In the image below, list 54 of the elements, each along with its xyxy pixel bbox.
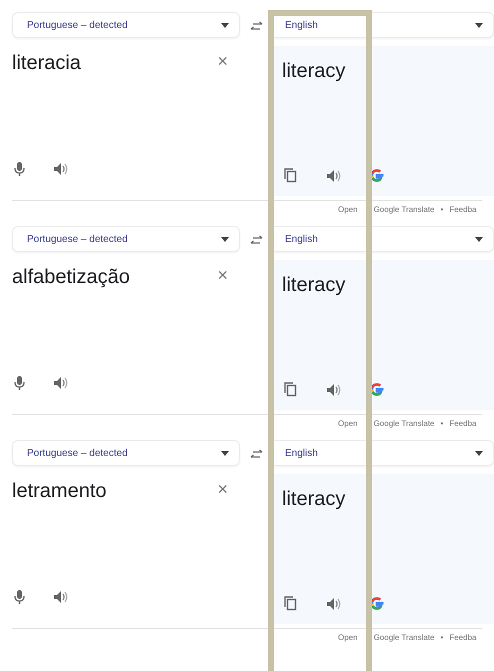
clear-button[interactable]: × (217, 266, 228, 284)
google-translate-link[interactable]: Google Translate (374, 633, 435, 642)
speaker-icon[interactable] (53, 162, 68, 176)
speaker-icon[interactable] (326, 382, 341, 396)
language-label: English (285, 234, 318, 244)
swap-languages-icon[interactable] (249, 20, 264, 30)
google-logo-icon[interactable] (369, 595, 386, 612)
separator-dot: • (440, 633, 444, 642)
open-text: Open (338, 633, 358, 642)
microphone-icon[interactable] (14, 376, 25, 390)
copy-icon[interactable] (284, 168, 298, 183)
language-dropdown[interactable]: Portuguese – detected (12, 440, 240, 466)
speaker-icon[interactable] (53, 376, 68, 390)
clear-button[interactable]: × (217, 52, 228, 70)
dropdown-caret-icon (475, 22, 483, 28)
translated-text: literacy (282, 60, 346, 83)
dropdown-caret-icon (221, 22, 229, 28)
language-label: English (285, 448, 318, 458)
copy-icon[interactable] (284, 596, 298, 611)
swap-languages-icon[interactable] (249, 234, 264, 244)
google-translate-link[interactable]: Google Translate (374, 205, 435, 214)
language-label: Portuguese – detected (27, 234, 128, 244)
source-text: literacia (12, 52, 81, 75)
swap-languages-icon[interactable] (249, 448, 264, 458)
google-logo-icon[interactable] (369, 167, 386, 184)
speaker-icon[interactable] (326, 168, 341, 182)
microphone-icon[interactable] (14, 162, 25, 176)
google-translate-link[interactable]: Google Translate (374, 419, 435, 428)
language-label: Portuguese – detected (27, 448, 128, 458)
separator-dot: • (440, 205, 444, 214)
feedback-link[interactable]: Feedba (449, 205, 476, 214)
google-logo-icon[interactable] (369, 381, 386, 398)
dropdown-caret-icon (475, 236, 483, 242)
translated-text: literacy (282, 488, 346, 511)
translated-text: literacy (282, 274, 346, 297)
feedback-link[interactable]: Feedba (449, 419, 476, 428)
speaker-icon[interactable] (53, 590, 68, 604)
source-text: alfabetização (12, 266, 130, 289)
language-dropdown[interactable]: Portuguese – detected (12, 226, 240, 252)
language-label: Portuguese – detected (27, 20, 128, 30)
dropdown-caret-icon (221, 236, 229, 242)
feedback-link[interactable]: Feedba (449, 633, 476, 642)
copy-icon[interactable] (284, 382, 298, 397)
dropdown-caret-icon (475, 450, 483, 456)
separator-dot: • (440, 419, 444, 428)
open-text: Open (338, 419, 358, 428)
language-dropdown[interactable]: Portuguese – detected (12, 12, 240, 38)
dropdown-caret-icon (221, 450, 229, 456)
speaker-icon[interactable] (326, 596, 341, 610)
open-text: Open (338, 205, 358, 214)
language-label: English (285, 20, 318, 30)
source-text: letramento (12, 480, 106, 503)
microphone-icon[interactable] (14, 590, 25, 604)
clear-button[interactable]: × (217, 480, 228, 498)
